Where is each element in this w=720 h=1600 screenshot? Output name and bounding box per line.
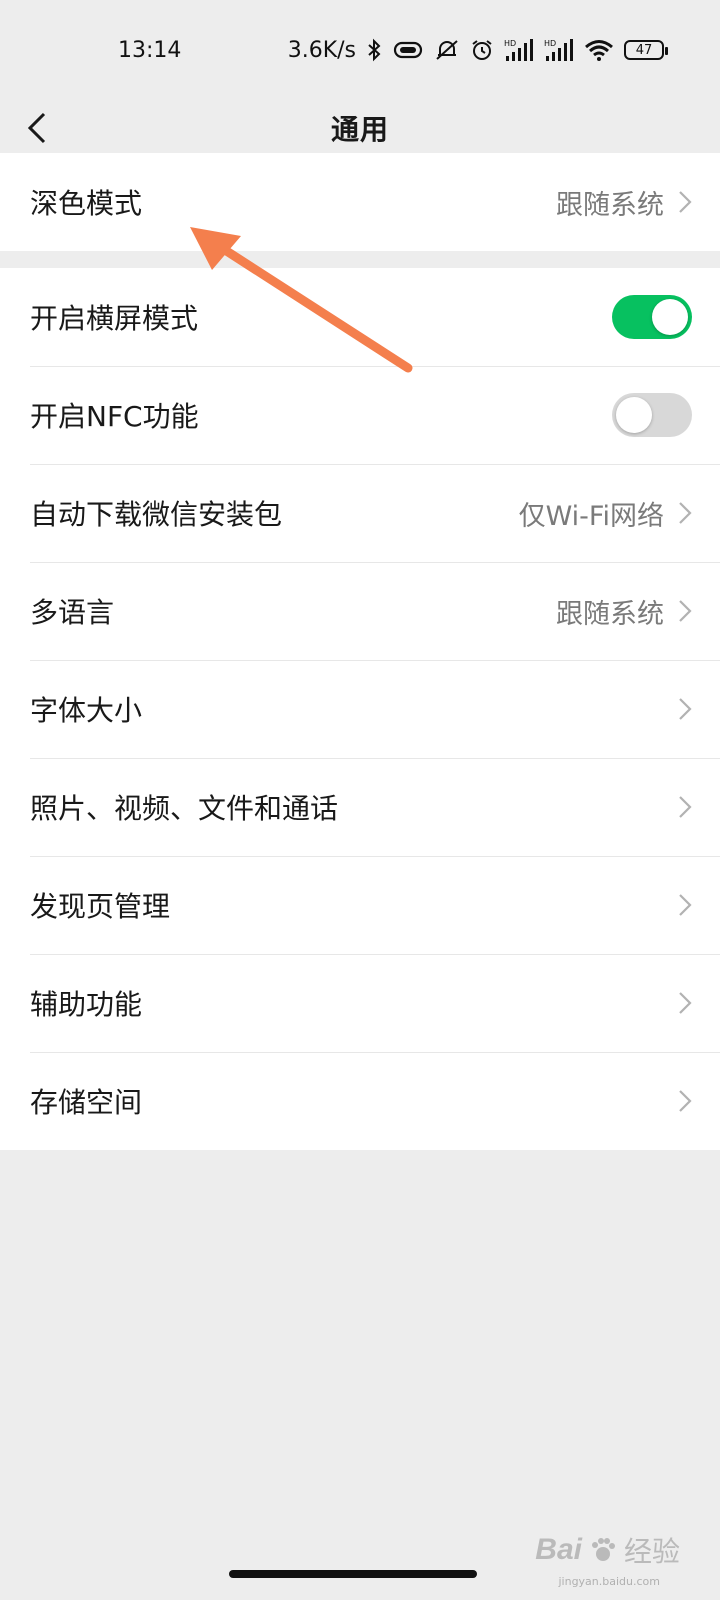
settings-item-right <box>612 295 692 339</box>
nfc-toggle[interactable] <box>612 393 692 437</box>
svg-text:HD: HD <box>544 39 556 48</box>
settings-item-language[interactable]: 多语言 跟随系统 <box>0 562 720 660</box>
settings-item-media[interactable]: 照片、视频、文件和通话 <box>0 758 720 856</box>
settings-item-right <box>678 991 692 1015</box>
nav-bar: 通用 <box>0 100 720 156</box>
battery-level: 47 <box>635 42 653 58</box>
status-bar: 13:14 3.6K/s HD HD 47 <box>0 0 720 100</box>
settings-item-right: 跟随系统 <box>556 592 692 631</box>
settings-item-right <box>612 393 692 437</box>
watermark-url: jingyan.baidu.com <box>558 1575 660 1588</box>
watermark-logo: Bai 经验 <box>535 1530 680 1570</box>
watermark-brand: Bai <box>535 1533 582 1566</box>
settings-group-general: 开启横屏模式 开启NFC功能 自动下载微信安装包 仅Wi-Fi网络 多语言 跟随… <box>0 268 720 1150</box>
wifi-icon <box>585 40 613 61</box>
battery-icon: 47 <box>624 40 668 60</box>
home-indicator[interactable] <box>229 1570 477 1578</box>
status-icons: HD HD 47 <box>366 38 668 62</box>
watermark-sub: 经验 <box>623 1536 680 1567</box>
status-time: 13:14 <box>118 37 182 63</box>
settings-item-label: 发现页管理 <box>30 890 171 923</box>
settings-item-storage[interactable]: 存储空间 <box>0 1052 720 1150</box>
settings-item-label: 存储空间 <box>30 1086 143 1119</box>
settings-item-label: 深色模式 <box>30 187 143 220</box>
network-speed: 3.6K/s <box>287 37 356 63</box>
mute-icon <box>436 40 458 60</box>
settings-item-discover[interactable]: 发现页管理 <box>0 856 720 954</box>
settings-item-label: 开启NFC功能 <box>30 400 199 433</box>
svg-text:HD: HD <box>504 39 516 48</box>
settings-item-right <box>678 893 692 917</box>
settings-group-display: 深色模式 跟随系统 <box>0 153 720 251</box>
chevron-right-icon <box>679 698 692 720</box>
settings-item-auto-download[interactable]: 自动下载微信安装包 仅Wi-Fi网络 <box>0 464 720 562</box>
settings-item-label: 自动下载微信安装包 <box>30 498 283 531</box>
chevron-right-icon <box>679 1090 692 1112</box>
chevron-right-icon <box>679 796 692 818</box>
status-right: 3.6K/s HD HD 47 <box>287 37 668 63</box>
settings-item-dark-mode[interactable]: 深色模式 跟随系统 <box>0 153 720 251</box>
toggle-knob <box>652 299 688 335</box>
settings-item-right: 仅Wi-Fi网络 <box>519 494 692 533</box>
settings-item-label: 照片、视频、文件和通话 <box>30 792 339 825</box>
chevron-right-icon <box>679 992 692 1014</box>
chevron-left-icon <box>27 112 46 144</box>
settings-item-label: 字体大小 <box>30 694 143 727</box>
landscape-toggle[interactable] <box>612 295 692 339</box>
settings-item-accessibility[interactable]: 辅助功能 <box>0 954 720 1052</box>
settings-item-label: 辅助功能 <box>30 988 143 1021</box>
chevron-right-icon <box>679 502 692 524</box>
settings-item-value: 跟随系统 <box>556 189 664 221</box>
settings-item-label: 开启横屏模式 <box>30 302 199 335</box>
settings-item-right <box>678 795 692 819</box>
settings-item-right <box>678 697 692 721</box>
back-button[interactable] <box>20 108 60 148</box>
vibrate-icon <box>393 41 423 59</box>
paw-icon <box>591 1538 615 1561</box>
chevron-right-icon <box>679 600 692 622</box>
settings-item-landscape: 开启横屏模式 <box>0 268 720 366</box>
chevron-right-icon <box>679 191 692 213</box>
settings-item-label: 多语言 <box>30 596 115 629</box>
settings-item-value: 跟随系统 <box>556 598 664 630</box>
alarm-icon <box>472 40 492 60</box>
settings-item-value: 仅Wi-Fi网络 <box>518 500 664 532</box>
settings-item-right <box>678 1089 692 1113</box>
signal-hd-icon: HD <box>504 39 533 61</box>
bluetooth-icon <box>368 38 381 62</box>
chevron-right-icon <box>679 894 692 916</box>
settings-item-font-size[interactable]: 字体大小 <box>0 660 720 758</box>
settings-item-right: 跟随系统 <box>556 183 692 222</box>
signal-hd-icon: HD <box>544 39 573 61</box>
settings-item-nfc: 开启NFC功能 <box>0 366 720 464</box>
page-title: 通用 <box>330 113 389 146</box>
toggle-knob <box>616 397 652 433</box>
